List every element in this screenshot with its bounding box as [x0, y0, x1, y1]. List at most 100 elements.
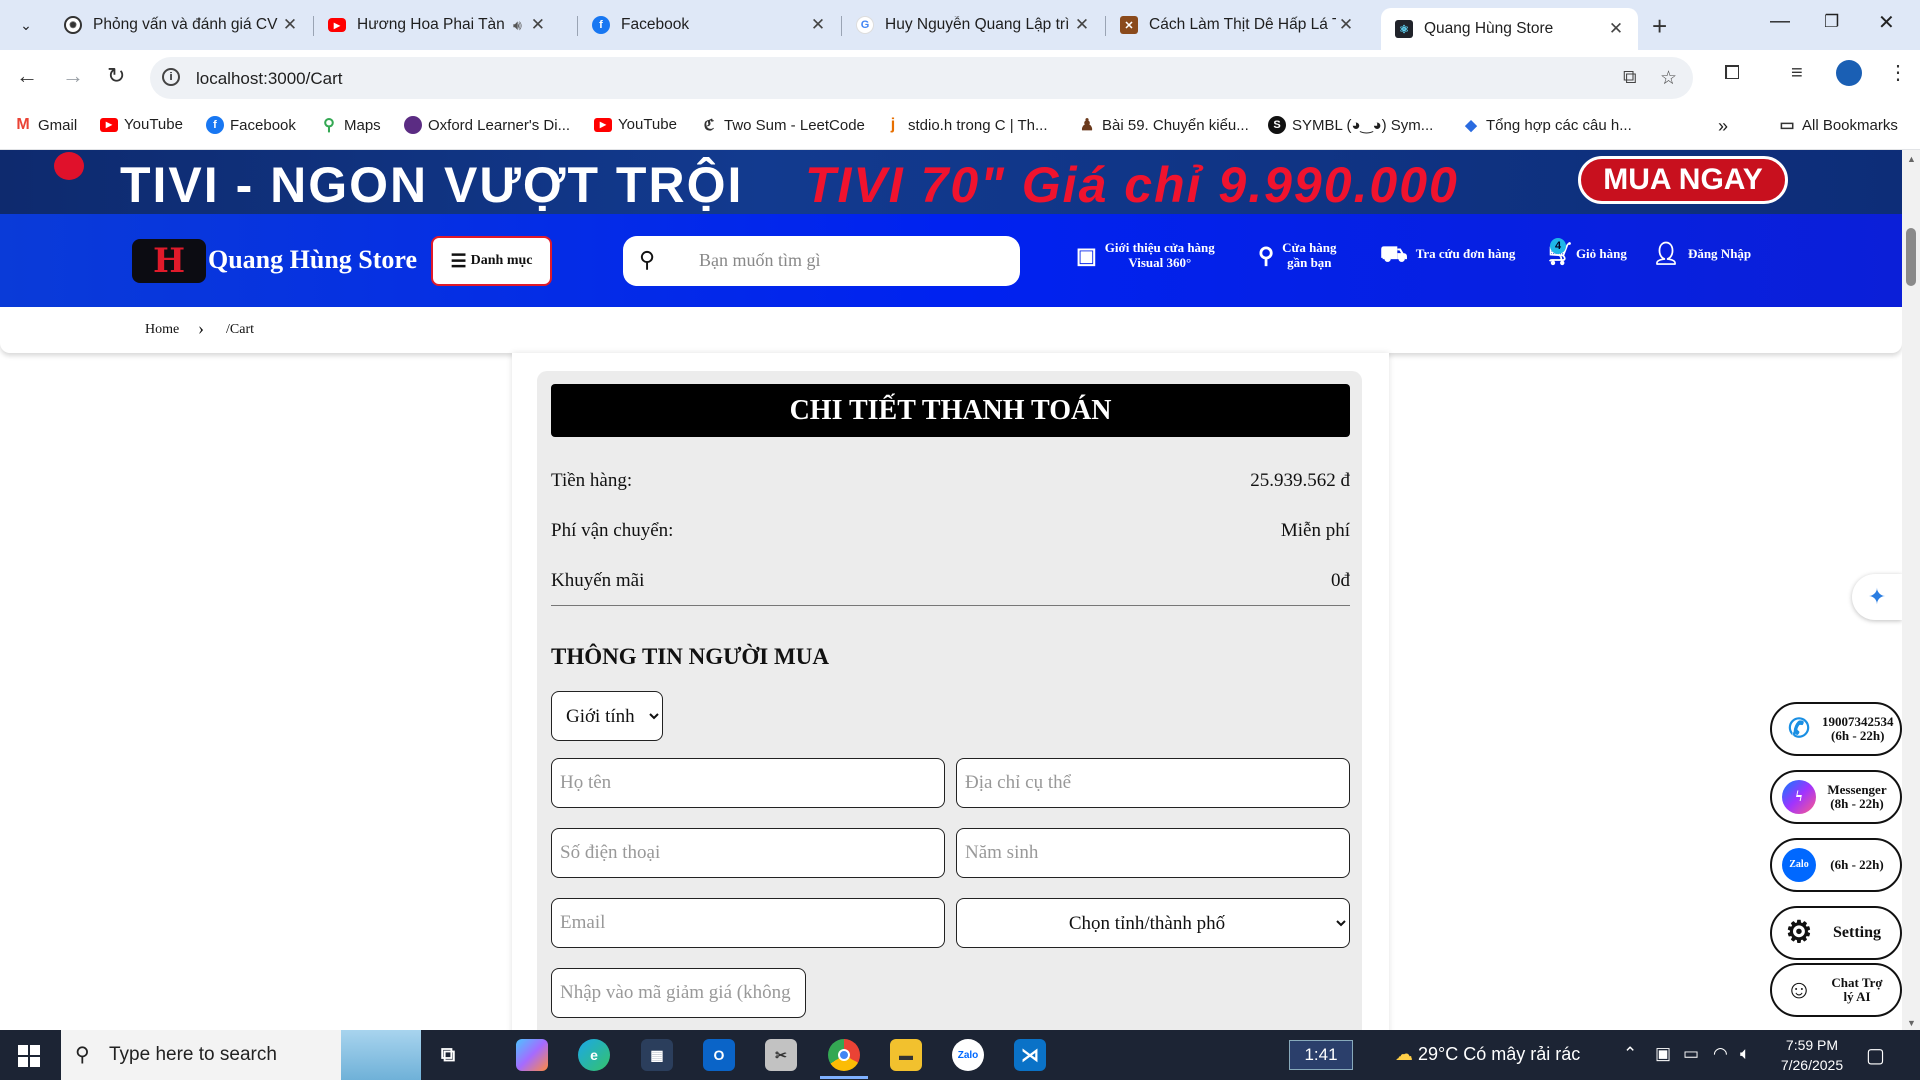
- zalo-button[interactable]: Zalo (6h - 22h): [1770, 838, 1902, 892]
- tab-search-dropdown-icon[interactable]: ⌄: [12, 11, 40, 39]
- symbl-icon: S: [1268, 116, 1286, 134]
- weather-widget[interactable]: ☁ 29°C Có mây rải rác: [1395, 1044, 1580, 1065]
- restore-icon[interactable]: ❐: [1824, 12, 1839, 32]
- address-field[interactable]: [956, 758, 1350, 808]
- email-field[interactable]: [551, 898, 945, 948]
- bookmark-facebook[interactable]: f Facebook: [206, 116, 296, 134]
- bookmark-star-icon[interactable]: ☆: [1660, 67, 1677, 90]
- url-text[interactable]: localhost:3000/Cart: [196, 69, 342, 89]
- tab-quang-hung-store[interactable]: ⚛ Quang Hùng Store ✕: [1381, 8, 1638, 50]
- volume-icon[interactable]: 🔈︎: [1740, 1044, 1750, 1064]
- vscode-icon[interactable]: ⋊: [1014, 1039, 1046, 1071]
- close-tab-icon[interactable]: ✕: [1606, 19, 1626, 39]
- tab-facebook[interactable]: f Facebook ✕: [578, 8, 840, 42]
- close-tab-icon[interactable]: ✕: [1072, 15, 1092, 35]
- zalo-app-icon[interactable]: Zalo: [952, 1039, 984, 1071]
- phone-icon: ✆: [1782, 712, 1816, 746]
- bookmarks-overflow-icon[interactable]: »: [1718, 116, 1728, 137]
- close-tab-icon[interactable]: ✕: [280, 15, 300, 35]
- new-tab-icon[interactable]: +: [1652, 11, 1667, 42]
- hotline-button[interactable]: ✆ 19007342534 (6h - 22h): [1770, 702, 1902, 756]
- messenger-button[interactable]: ϟ Messenger (8h - 22h): [1770, 770, 1902, 824]
- meet-now-icon[interactable]: ▣: [1655, 1044, 1671, 1064]
- leetcode-icon: ℭ: [703, 117, 715, 134]
- youtube-icon: ▶: [328, 18, 346, 32]
- city-select[interactable]: Chọn tỉnh/thành phố: [956, 898, 1350, 948]
- bookmark-symbl[interactable]: S SYMBL (◕‿◕) Sym...: [1268, 116, 1433, 134]
- buy-now-button[interactable]: MUA NGAY: [1578, 156, 1788, 204]
- order-lookup-link[interactable]: ⛟ Tra cứu đơn hàng: [1380, 243, 1515, 265]
- scroll-up-icon[interactable]: ▲: [1907, 154, 1916, 164]
- timer-widget[interactable]: 1:41: [1289, 1040, 1353, 1070]
- bookmark-gmail[interactable]: M Gmail: [14, 116, 77, 134]
- setting-button[interactable]: ⚙ Setting: [1770, 906, 1902, 960]
- tab-google-search[interactable]: G Huy Nguyễn Quang Lập trì ✕: [842, 8, 1104, 42]
- login-link[interactable]: 👤︎ Đăng Nhập: [1652, 243, 1751, 265]
- tray-chevron-icon[interactable]: ⌃: [1623, 1044, 1637, 1064]
- gender-select[interactable]: Giới tính: [551, 691, 663, 741]
- coupon-field[interactable]: [551, 968, 806, 1018]
- store-logo[interactable]: H: [132, 239, 206, 283]
- promo-banner[interactable]: TIVI - NGON VƯỢT TRỘI TIVI 70" Giá chỉ 9…: [0, 150, 1902, 214]
- edge-icon[interactable]: e: [578, 1039, 610, 1071]
- snipping-tool-icon[interactable]: ✂: [765, 1039, 797, 1071]
- profile-avatar[interactable]: [1836, 60, 1862, 86]
- copilot-icon[interactable]: [516, 1039, 548, 1071]
- taskbar-search[interactable]: ⚲ Type here to search: [61, 1030, 421, 1080]
- windows-start-icon[interactable]: [18, 1045, 40, 1067]
- phone-field[interactable]: [551, 828, 945, 878]
- close-tab-icon[interactable]: ✕: [808, 15, 828, 35]
- battery-icon[interactable]: ▭: [1683, 1044, 1699, 1064]
- bookmark-leetcode[interactable]: ℭ Two Sum - LeetCode: [700, 116, 865, 135]
- extensions-icon[interactable]: ⧠: [1724, 62, 1740, 85]
- weather-icon: ☁: [1395, 1044, 1413, 1064]
- wifi-icon[interactable]: ◠: [1713, 1044, 1728, 1064]
- bookmark-bai59[interactable]: ♟ Bài 59. Chuyển kiểu...: [1078, 116, 1249, 135]
- bookmark-stdio[interactable]: j stdio.h trong C | Th...: [884, 116, 1048, 134]
- scroll-down-icon[interactable]: ▼: [1907, 1018, 1916, 1028]
- fullname-field[interactable]: [551, 758, 945, 808]
- tab-huong-hoa[interactable]: ▶ Hương Hoa Phai Tàn (T 🔊︎ ✕: [314, 8, 576, 42]
- chrome-icon[interactable]: [828, 1039, 860, 1071]
- nearby-store-link[interactable]: ⚲ Cửa hàng gần bạn: [1258, 240, 1337, 270]
- bookmark-oxford[interactable]: Oxford Learner's Di...: [404, 116, 570, 134]
- bookmark-youtube-2[interactable]: ▶ YouTube: [594, 116, 677, 133]
- minimize-icon[interactable]: —: [1770, 10, 1790, 33]
- back-icon[interactable]: ←: [16, 63, 38, 89]
- file-explorer-icon[interactable]: ▬: [890, 1039, 922, 1071]
- translate-icon[interactable]: ⧉: [1623, 67, 1637, 89]
- search-icon[interactable]: ⚲: [639, 247, 655, 273]
- page-scrollbar[interactable]: ▲ ▼: [1902, 150, 1920, 1030]
- system-clock[interactable]: 7:59 PM 7/26/2025: [1767, 1035, 1857, 1075]
- store-intro-link[interactable]: ▣ Giới thiệu cửa hàng Visual 360°: [1076, 240, 1215, 270]
- bookmark-maps[interactable]: ⚲ Maps: [320, 116, 381, 135]
- scrollbar-thumb[interactable]: [1906, 228, 1916, 286]
- all-bookmarks[interactable]: ▭ All Bookmarks: [1778, 116, 1897, 135]
- notification-icon[interactable]: ▢: [1866, 1043, 1885, 1068]
- forward-icon[interactable]: →: [62, 63, 84, 89]
- store-app-icon[interactable]: ▦: [641, 1039, 673, 1071]
- store-brand-name[interactable]: Quang Hùng Store: [208, 245, 417, 275]
- close-window-icon[interactable]: ✕: [1878, 10, 1895, 35]
- omnibox[interactable]: i localhost:3000/Cart ⧉ ☆: [150, 57, 1693, 99]
- bookmark-tong-hop[interactable]: ◆ Tổng hợp các câu h...: [1462, 116, 1632, 135]
- category-menu-button[interactable]: ☰ Danh mục: [431, 236, 552, 286]
- reload-icon[interactable]: ↻: [107, 63, 125, 89]
- close-tab-icon[interactable]: ✕: [1336, 15, 1356, 35]
- ai-sparkle-button[interactable]: ✦: [1852, 574, 1902, 620]
- speaker-icon[interactable]: 🔊︎: [513, 17, 522, 34]
- search-input[interactable]: [699, 250, 999, 271]
- search-box[interactable]: ⚲: [623, 236, 1020, 286]
- close-tab-icon[interactable]: ✕: [528, 15, 548, 35]
- bookmark-youtube[interactable]: ▶ YouTube: [100, 116, 183, 133]
- birth-year-field[interactable]: [956, 828, 1350, 878]
- ai-chat-button[interactable]: ☺ Chat Trợ lý AI: [1770, 963, 1902, 1017]
- task-view-icon[interactable]: ⧉: [432, 1039, 464, 1071]
- chrome-menu-icon[interactable]: ⋮: [1888, 60, 1908, 85]
- breadcrumb-home[interactable]: Home: [145, 322, 179, 338]
- tab-thit-de[interactable]: ✕ Cách Làm Thịt Dê Hấp Lá T ✕: [1106, 8, 1368, 42]
- site-info-icon[interactable]: i: [162, 68, 180, 86]
- media-control-icon[interactable]: ≡: [1791, 62, 1803, 85]
- tab-phong-van[interactable]: ✺ Phỏng vấn và đánh giá CV ✕: [50, 8, 312, 42]
- outlook-icon[interactable]: O: [703, 1039, 735, 1071]
